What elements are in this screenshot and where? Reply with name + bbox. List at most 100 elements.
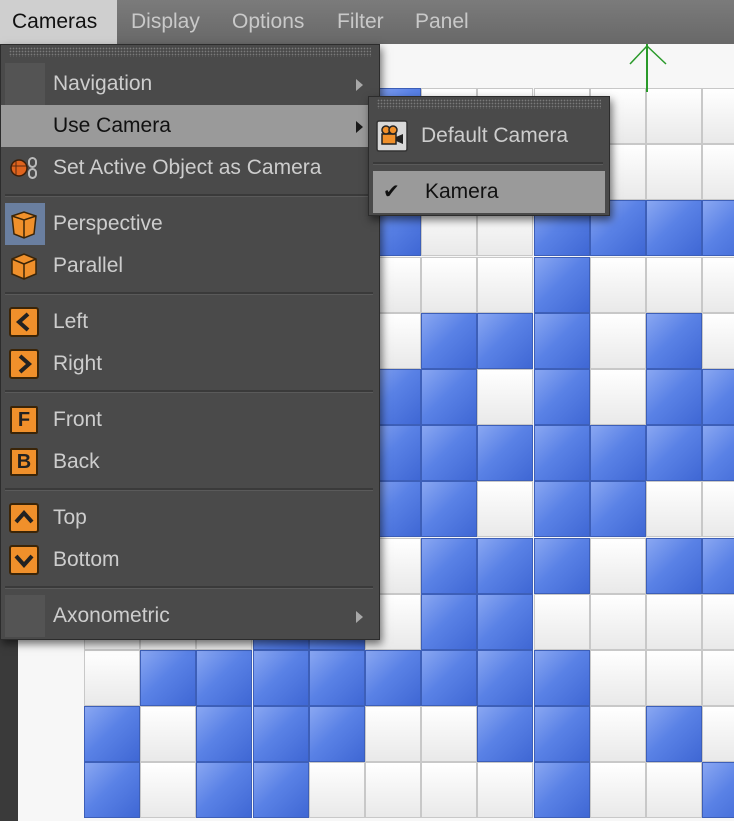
blue-tile [477, 594, 533, 650]
menu-item-default-camera[interactable]: Default Camera [369, 115, 609, 157]
white-tile [590, 257, 646, 313]
blue-tile [534, 425, 590, 481]
blue-tile [534, 257, 590, 313]
menu-cameras[interactable]: Cameras [0, 0, 117, 44]
menu-item-parallel[interactable]: Parallel [1, 245, 379, 287]
blue-tile [477, 650, 533, 706]
chevron-right-icon [9, 349, 39, 379]
blue-tile [646, 200, 702, 256]
menu-filter[interactable]: Filter [325, 0, 396, 44]
menu-separator [5, 194, 373, 197]
white-tile [477, 257, 533, 313]
white-tile [477, 369, 533, 425]
blue-tile [534, 538, 590, 594]
use-camera-submenu: Default Camera ✔ Kamera [368, 96, 610, 216]
blue-tile [309, 706, 365, 762]
blue-tile [646, 369, 702, 425]
menu-separator [5, 292, 373, 295]
camera-link-icon [10, 157, 37, 179]
icon-gutter [5, 63, 45, 105]
menu-item-label: Bottom [53, 548, 120, 571]
blue-tile [702, 425, 734, 481]
blue-tile [140, 650, 196, 706]
menu-item-top[interactable]: Top [1, 497, 379, 539]
menu-options[interactable]: Options [220, 0, 316, 44]
blue-tile [477, 425, 533, 481]
white-tile [590, 594, 646, 650]
menu-item-use-camera[interactable]: Use Camera [1, 105, 379, 147]
menu-item-label: Kamera [425, 180, 499, 203]
blue-tile [534, 650, 590, 706]
blue-tile [365, 650, 421, 706]
white-tile [646, 481, 702, 537]
white-tile [365, 706, 421, 762]
white-tile [590, 706, 646, 762]
menu-item-left[interactable]: Left [1, 301, 379, 343]
white-tile [646, 88, 702, 144]
menu-item-label: Front [53, 408, 103, 431]
menu-item-label: Use Camera [53, 114, 171, 137]
menu-panel[interactable]: Panel [403, 0, 481, 44]
white-tile [477, 762, 533, 818]
white-tile [421, 257, 477, 313]
white-tile [702, 706, 734, 762]
white-tile [590, 369, 646, 425]
white-tile [646, 144, 702, 200]
menu-item-perspective[interactable]: Perspective [1, 203, 379, 245]
menu-item-label: Default Camera [421, 124, 569, 147]
white-tile [646, 762, 702, 818]
menu-display[interactable]: Display [119, 0, 212, 44]
menu-item-label: Axonometric [53, 604, 170, 627]
blue-tile [534, 481, 590, 537]
tearoff-handle[interactable] [9, 47, 371, 57]
blue-tile [253, 706, 309, 762]
submenu-arrow-icon [356, 121, 363, 133]
blue-tile [84, 706, 140, 762]
perspective-cube-icon [11, 211, 37, 239]
menu-separator [373, 162, 603, 165]
checkmark-icon: ✔ [383, 181, 400, 203]
white-tile [590, 650, 646, 706]
blue-tile [477, 313, 533, 369]
menu-item-set-active-camera[interactable]: Set Active Object as Camera [1, 147, 379, 189]
white-tile [702, 650, 734, 706]
menu-item-kamera[interactable]: ✔ Kamera [373, 171, 605, 213]
back-view-icon: B [10, 448, 38, 476]
menu-item-label: Navigation [53, 72, 153, 95]
menu-item-label: Set Active Object as Camera [53, 156, 322, 179]
menu-item-back[interactable]: B Back [1, 441, 379, 483]
menu-item-bottom[interactable]: Bottom [1, 539, 379, 581]
blue-tile [590, 425, 646, 481]
blue-tile [590, 481, 646, 537]
menu-item-front[interactable]: F Front [1, 399, 379, 441]
menubar: Cameras Display Options Filter Panel [0, 0, 734, 45]
menu-item-navigation[interactable]: Navigation [1, 63, 379, 105]
blue-tile [196, 706, 252, 762]
cameras-dropdown: Navigation Use Camera Set Active Object … [0, 44, 380, 640]
icon-gutter [5, 595, 45, 637]
menu-item-right[interactable]: Right [1, 343, 379, 385]
blue-tile [421, 538, 477, 594]
menu-item-label: Left [53, 310, 89, 333]
white-tile [646, 594, 702, 650]
white-tile [702, 144, 734, 200]
menu-item-axonometric[interactable]: Axonometric [1, 595, 379, 637]
blue-tile [534, 706, 590, 762]
tearoff-handle[interactable] [377, 99, 601, 109]
white-tile [702, 257, 734, 313]
blue-tile [196, 762, 252, 818]
submenu-arrow-icon [356, 611, 363, 623]
white-tile [140, 762, 196, 818]
blue-tile [309, 650, 365, 706]
submenu-arrow-icon [356, 79, 363, 91]
menu-separator [5, 586, 373, 589]
chevron-left-icon [9, 307, 39, 337]
blue-tile [421, 313, 477, 369]
white-tile [646, 650, 702, 706]
blue-tile [646, 706, 702, 762]
blue-tile [421, 425, 477, 481]
blue-tile [253, 762, 309, 818]
blue-tile [84, 762, 140, 818]
white-tile [421, 706, 477, 762]
menu-item-label: Top [53, 506, 87, 529]
